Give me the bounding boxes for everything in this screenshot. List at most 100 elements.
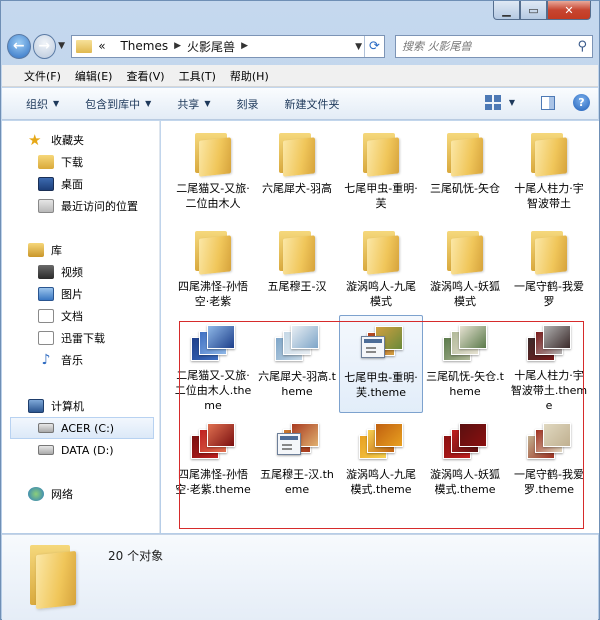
nav-computer-label: 计算机 [51,400,84,413]
new-folder-button[interactable]: 新建文件夹 [284,96,339,112]
folder-label: 漩涡鸣人-妖狐模式 [430,280,500,308]
address-bar[interactable]: « Themes ▶ 火影尾兽 ▶ ▼ ⟳ [71,34,385,58]
address-dropdown[interactable]: ▼ [355,42,362,52]
folder-item[interactable]: 二尾猫又-又旅·二位由木人 [171,127,255,225]
theme-file-item[interactable]: 漩涡鸣人-九尾模式.theme [339,413,423,511]
breadcrumb-overflow[interactable]: « [98,39,105,53]
menu-view[interactable]: 查看(V) [126,68,164,84]
search-input[interactable] [402,39,592,53]
folder-item[interactable]: 一尾守鹤-我爱罗 [507,225,591,315]
organize-label: 组织 [26,97,48,111]
theme-file-item[interactable]: 五尾穆王-汉.theme [255,413,339,511]
library-icon [28,243,44,257]
folder-icon [30,545,76,610]
search-icon[interactable]: ⚲ [577,39,587,54]
nav-videos-label: 视频 [61,266,83,279]
chevron-right-icon[interactable]: ▶ [241,41,248,51]
theme-file-item[interactable]: 四尾沸怪-孙悟空·老紫.theme [171,413,255,511]
nav-recent-label: 最近访问的位置 [61,200,138,213]
menu-help[interactable]: 帮助(H) [230,68,269,84]
refresh-icon: ⟳ [369,38,380,54]
nav-network[interactable]: 网络 [2,483,160,505]
nav-computer[interactable]: 计算机 [2,395,160,417]
drive-d-icon [38,445,54,455]
help-icon[interactable]: ? [573,94,590,111]
folder-item[interactable]: 十尾人柱力·宇智波带土 [507,127,591,225]
search-box[interactable]: ⚲ [395,34,593,58]
folder-item[interactable]: 六尾犀犬-羽高 [255,127,339,225]
nav-drive-d-label: DATA (D:) [61,443,114,457]
theme-file-icon [359,324,403,364]
menu-tools[interactable]: 工具(T) [179,68,216,84]
burn-button[interactable]: 刻录 [236,96,258,112]
burn-label: 刻录 [236,97,259,111]
nav-drive-d[interactable]: DATA (D:) [2,439,160,461]
theme-file-item[interactable]: 一尾守鹤-我爱罗.theme [507,413,591,511]
explorer-window: ▁ ▭ ✕ ← → ▼ « Themes ▶ 火影尾兽 ▶ ▼ ⟳ ⚲ 文件(F… [0,0,600,620]
organize-button[interactable]: 组织 ▼ [26,96,59,112]
folder-item[interactable]: 五尾穆王-汉 [255,225,339,315]
folder-item[interactable]: 七尾甲虫-重明·芙 [339,127,423,225]
theme-file-label: 六尾犀犬-羽高.theme [258,370,336,398]
include-in-library-button[interactable]: 包含到库中 ▼ [85,96,151,112]
nav-music[interactable]: ♪ 音乐 [2,349,160,371]
chevron-down-icon[interactable]: ▼ [509,98,515,107]
nav-desktop[interactable]: 桌面 [2,173,160,195]
share-button[interactable]: 共享 ▼ [177,96,210,112]
nav-network-label: 网络 [51,488,73,501]
music-note-icon: ♪ [41,352,51,368]
back-button[interactable]: ← [7,33,31,59]
nav-videos[interactable]: 视频 [2,261,160,283]
folder-item[interactable]: 四尾沸怪-孙悟空·老紫 [171,225,255,315]
menu-file[interactable]: 文件(F) [24,68,61,84]
folder-item[interactable]: 漩涡鸣人-妖狐模式 [423,225,507,315]
folder-icon [531,231,567,275]
folder-item[interactable]: 漩涡鸣人-九尾模式 [339,225,423,315]
recent-pages-dropdown[interactable]: ▼ [56,41,67,51]
nav-thunder-downloads[interactable]: 迅雷下载 [2,327,160,349]
theme-file-item[interactable]: 二尾猫又-又旅·二位由木人.theme [171,315,255,413]
view-options-icon[interactable] [484,95,503,110]
nav-drive-c[interactable]: ACER (C:) [10,417,154,439]
nav-favorites[interactable]: ★ 收藏夹 [2,129,160,151]
nav-desktop-label: 桌面 [61,178,83,191]
theme-file-item[interactable]: 六尾犀犬-羽高.theme [255,315,339,413]
chevron-right-icon[interactable]: ▶ [174,41,181,51]
theme-file-label: 五尾穆王-汉.theme [260,468,334,496]
minimize-button[interactable]: ▁ [493,1,520,20]
folder-label: 七尾甲虫-重明·芙 [344,182,418,210]
nav-recent-places[interactable]: 最近访问的位置 [2,195,160,217]
folder-label: 漩涡鸣人-九尾模式 [346,280,416,308]
folder-label: 十尾人柱力·宇智波带土 [514,182,584,210]
libraries-group: 库 视频 图片 文档 迅雷下载 ♪ 音乐 [2,239,160,371]
chevron-right-icon[interactable] [112,41,115,51]
folder-icon [363,133,399,177]
chevron-down-icon: ▼ [204,99,211,108]
breadcrumb-item-themes[interactable]: Themes [120,39,168,53]
nav-documents[interactable]: 文档 [2,305,160,327]
theme-file-icon [443,421,487,461]
nav-downloads-label: 下载 [61,156,83,169]
theme-file-icon [527,323,571,362]
network-group: 网络 [2,483,160,505]
menu-edit[interactable]: 编辑(E) [75,68,113,84]
nav-thunder-label: 迅雷下载 [61,332,105,345]
forward-button[interactable]: → [32,33,57,59]
close-button[interactable]: ✕ [547,1,591,20]
arrow-right-icon: → [38,38,51,54]
breadcrumb-item-current[interactable]: 火影尾兽 [187,38,235,55]
nav-music-label: 音乐 [61,354,83,367]
theme-file-item[interactable]: 十尾人柱力·宇智波带土.theme [507,315,591,413]
nav-libraries[interactable]: 库 [2,239,160,261]
theme-file-item[interactable]: 三尾矶怃-矢仓.theme [423,315,507,413]
maximize-button[interactable]: ▭ [520,1,547,20]
refresh-button[interactable]: ⟳ [364,35,384,57]
nav-pictures[interactable]: 图片 [2,283,160,305]
preview-pane-icon[interactable] [541,95,555,110]
theme-file-item[interactable]: 漩涡鸣人-妖狐模式.theme [423,413,507,511]
folder-item[interactable]: 三尾矶怃-矢仓 [423,127,507,225]
theme-file-label: 二尾猫又-又旅·二位由木人.theme [174,369,252,412]
nav-downloads[interactable]: 下载 [2,151,160,173]
chevron-down-icon: ▼ [53,99,60,108]
theme-file-item-selected[interactable]: 七尾甲虫-重明·芙.theme [339,315,423,413]
